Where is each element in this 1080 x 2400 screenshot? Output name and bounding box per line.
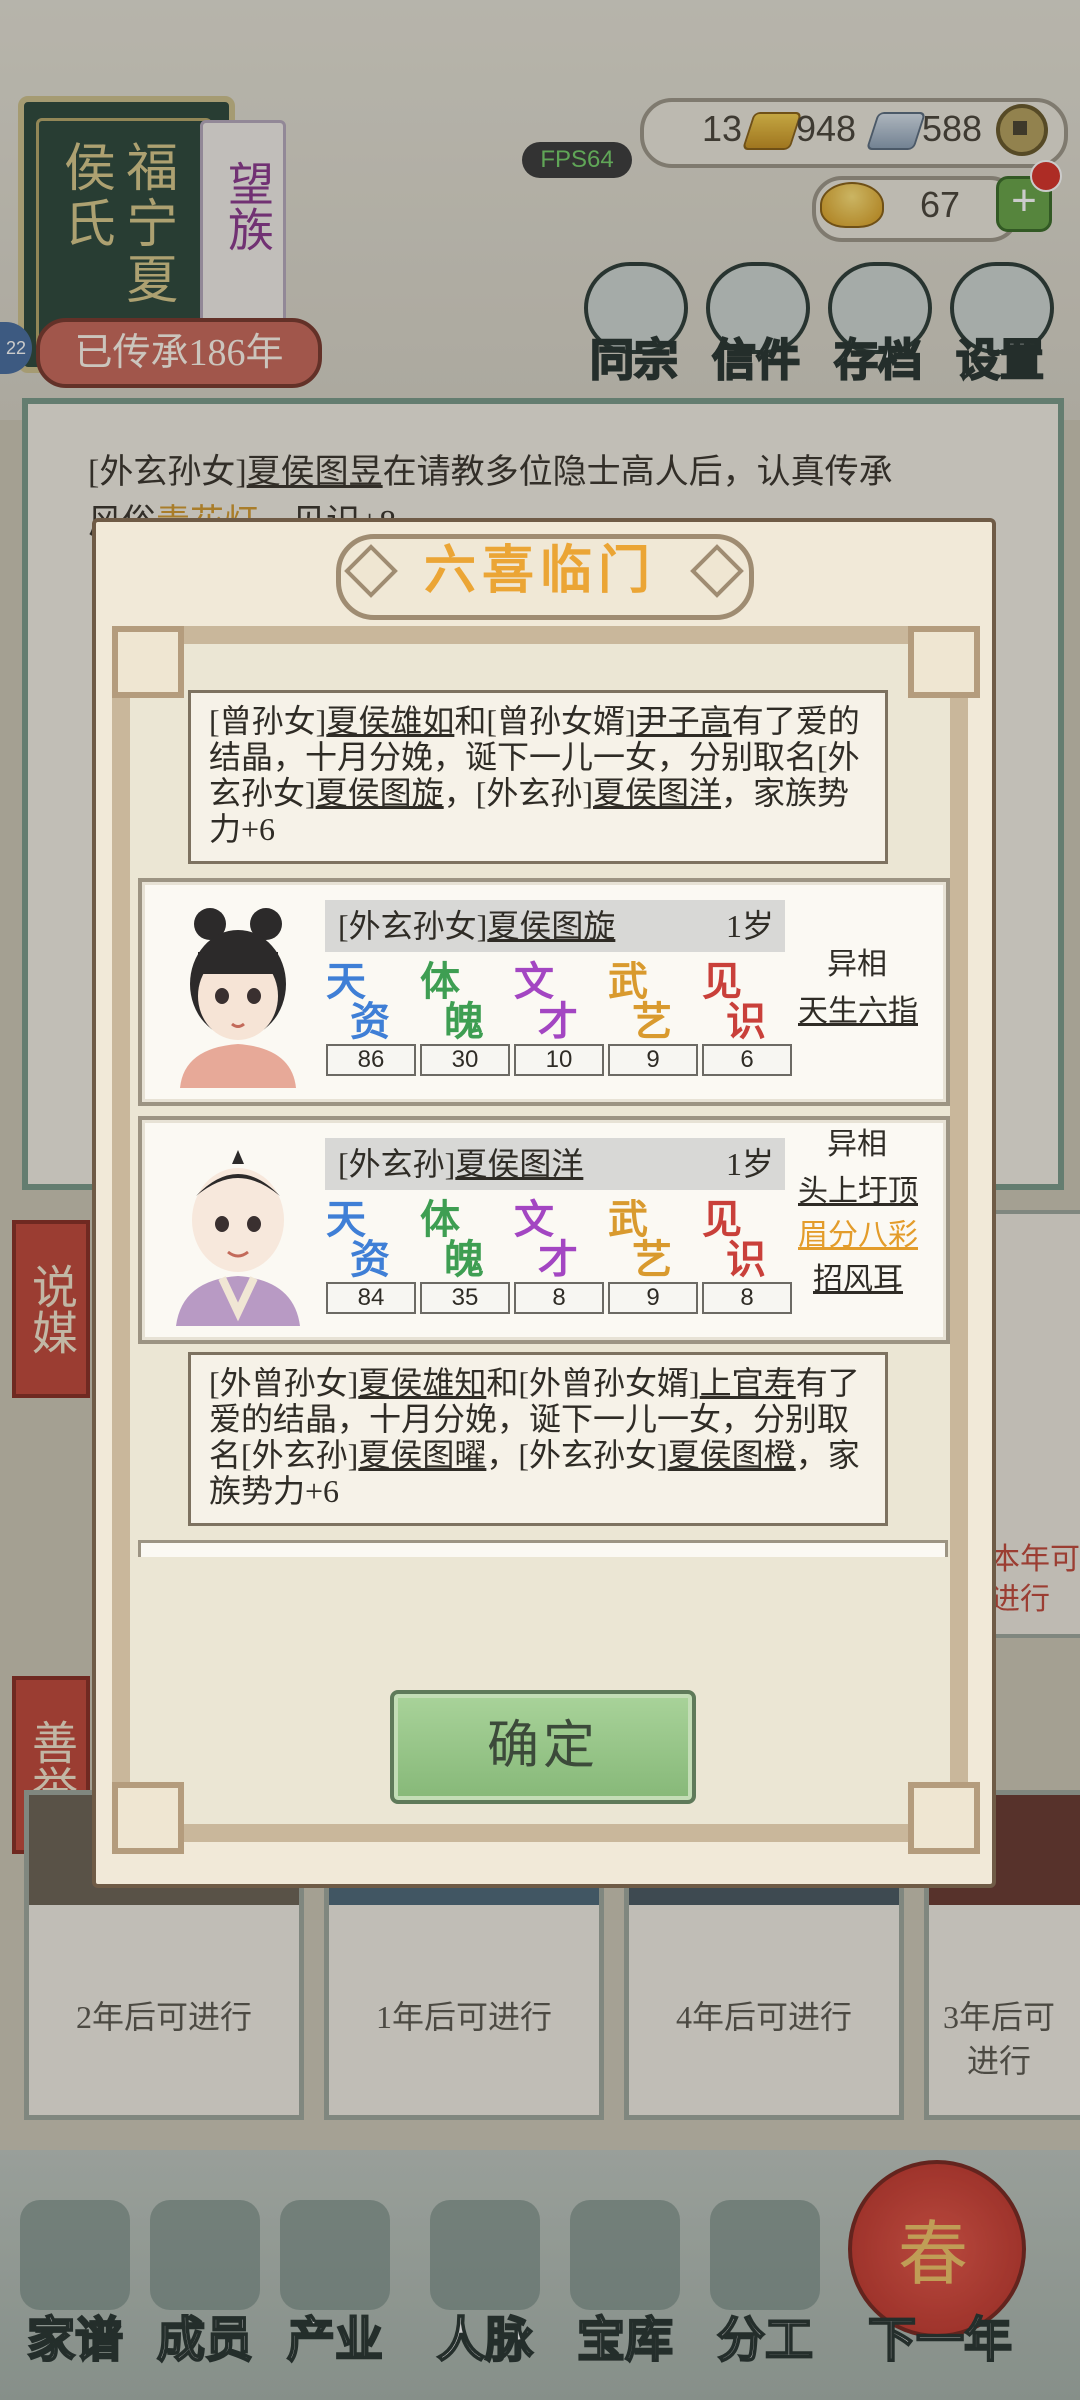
stat-literary: 10 <box>514 1044 604 1076</box>
trait-title: 异相 <box>827 948 887 981</box>
person-link[interactable]: 尹子高 <box>636 703 732 739</box>
attr-char: 艺 <box>632 1237 672 1282</box>
attr-char: 魄 <box>444 999 484 1044</box>
child-relation: [外玄孙] <box>338 1146 456 1182</box>
msg-text: ，[外玄孙] <box>443 775 594 811</box>
girl-portrait <box>180 908 296 1088</box>
person-link[interactable]: 夏侯雄知 <box>358 1365 486 1401</box>
person-link[interactable]: 夏侯雄如 <box>326 703 454 739</box>
child-age: 1岁 <box>726 1146 775 1182</box>
attr-martial: 武艺 <box>602 962 682 1042</box>
child-name: [外玄孙]夏侯图洋 <box>338 1138 583 1190</box>
attr-char: 天 <box>326 959 366 1004</box>
child-name: [外玄孙女]夏侯图旋 <box>338 900 615 952</box>
child-card[interactable]: [外玄孙]夏侯图洋 1岁 天资 体魄 文才 武艺 见识 84 35 8 9 8 … <box>138 1116 950 1344</box>
stat-martial: 9 <box>608 1282 698 1314</box>
trait-item[interactable]: 头上圩顶 <box>788 1170 928 1214</box>
attr-char: 见 <box>702 1197 742 1242</box>
stat-literary: 8 <box>514 1282 604 1314</box>
attr-char: 艺 <box>632 999 672 1044</box>
stat-physique: 35 <box>420 1282 510 1314</box>
corner-ornament <box>112 626 184 698</box>
child-relation: [外玄孙女] <box>338 908 488 944</box>
attr-char: 文 <box>514 1197 554 1242</box>
child-card[interactable]: [外玄孙女]夏侯图旋 1岁 天资 体魄 文才 武艺 见识 86 30 10 9 … <box>138 878 950 1106</box>
attr-char: 才 <box>538 1237 578 1282</box>
attr-char: 体 <box>420 959 460 1004</box>
corner-ornament <box>908 1782 980 1854</box>
birth-message: [曾孙女]夏侯雄如和[曾孙女婿]尹子高有了爱的结晶，十月分娩，诞下一儿一女，分别… <box>188 690 888 864</box>
attr-char: 才 <box>538 999 578 1044</box>
attr-char: 武 <box>608 959 648 1004</box>
person-link[interactable]: 上官寿 <box>700 1365 796 1401</box>
trait-title: 异相 <box>827 1128 887 1161</box>
attr-insight: 见识 <box>696 1200 776 1280</box>
person-link[interactable]: 夏侯图曜 <box>358 1437 486 1473</box>
child-card-partial <box>138 1540 948 1557</box>
child-name-link[interactable]: 夏侯图洋 <box>455 1146 583 1182</box>
person-link[interactable]: 夏侯图橙 <box>668 1437 796 1473</box>
attr-aptitude: 天资 <box>320 1200 400 1280</box>
attr-char: 资 <box>350 1237 390 1282</box>
stat-insight: 6 <box>702 1044 792 1076</box>
attr-insight: 见识 <box>696 962 776 1042</box>
attr-char: 识 <box>726 1237 766 1282</box>
attr-char: 资 <box>350 999 390 1044</box>
corner-ornament <box>112 1782 184 1854</box>
attr-char: 文 <box>514 959 554 1004</box>
attr-literary: 文才 <box>508 1200 588 1280</box>
attr-char: 识 <box>726 999 766 1044</box>
confirm-button[interactable]: 确定 <box>390 1690 696 1804</box>
attr-char: 体 <box>420 1197 460 1242</box>
attr-char: 天 <box>326 1197 366 1242</box>
msg-text: ，[外玄孙女] <box>486 1437 668 1473</box>
person-link[interactable]: 夏侯图洋 <box>593 775 721 811</box>
stat-aptitude: 86 <box>326 1044 416 1076</box>
attr-literary: 文才 <box>508 962 588 1042</box>
attr-char: 魄 <box>444 1237 484 1282</box>
trait-item[interactable]: 招风耳 <box>788 1258 928 1302</box>
trait-item[interactable]: 眉分八彩 <box>788 1214 928 1258</box>
attr-char: 武 <box>608 1197 648 1242</box>
stat-aptitude: 84 <box>326 1282 416 1314</box>
stat-martial: 9 <box>608 1044 698 1076</box>
attr-physique: 体魄 <box>414 1200 494 1280</box>
person-link[interactable]: 夏侯图旋 <box>316 775 444 811</box>
attr-char: 见 <box>702 959 742 1004</box>
msg-text: 和[曾孙女婿] <box>454 703 636 739</box>
msg-text: [外曾孙女] <box>209 1365 359 1401</box>
boy-portrait <box>176 1150 300 1326</box>
corner-ornament <box>908 626 980 698</box>
child-name-link[interactable]: 夏侯图旋 <box>487 908 615 944</box>
stat-insight: 8 <box>702 1282 792 1314</box>
modal-title: 六喜临门 <box>423 543 656 600</box>
msg-text: 和[外曾孙女婿] <box>486 1365 700 1401</box>
msg-text: [曾孙女] <box>209 703 327 739</box>
attr-physique: 体魄 <box>414 962 494 1042</box>
stat-physique: 30 <box>420 1044 510 1076</box>
birth-message: [外曾孙女]夏侯雄知和[外曾孙女婿]上官寿有了爱的结晶，十月分娩，诞下一儿一女，… <box>188 1352 888 1526</box>
attr-aptitude: 天资 <box>320 962 400 1042</box>
trait-item[interactable]: 天生六指 <box>788 990 928 1034</box>
child-age: 1岁 <box>726 908 775 944</box>
attr-martial: 武艺 <box>602 1200 682 1280</box>
